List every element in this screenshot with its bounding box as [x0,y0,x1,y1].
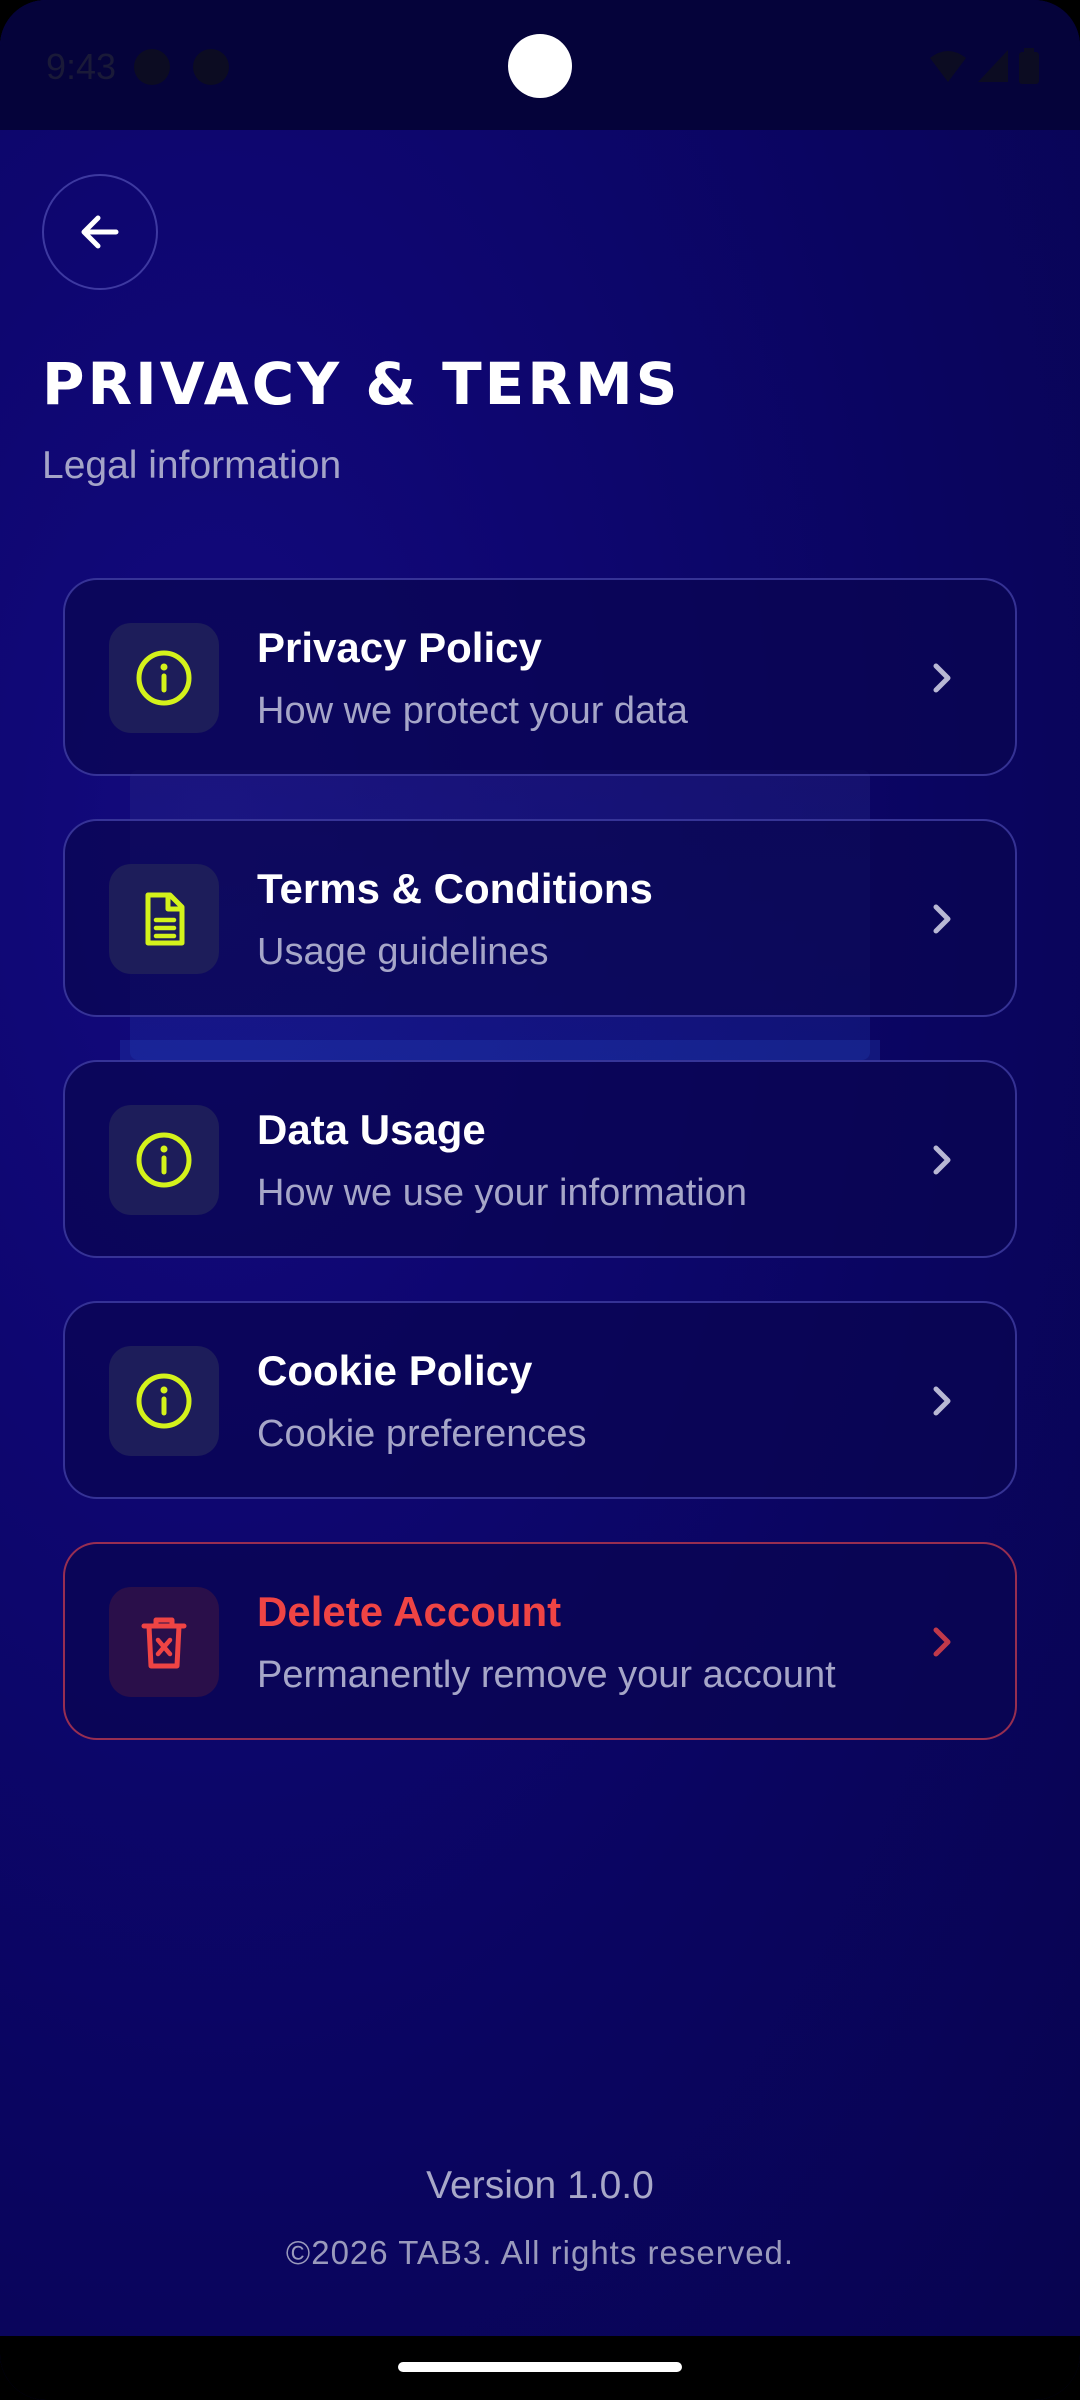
data-usage-item[interactable]: Data Usage How we use your information [63,1060,1017,1258]
back-button[interactable] [42,174,158,290]
page-title: PRIVACY & TERMS [42,350,681,418]
cookie-policy-icon-box [109,1346,219,1456]
document-icon [145,892,185,946]
settings-status-icon [193,49,229,85]
delete-account-icon-box [109,1587,219,1697]
trash-x-icon [141,1617,187,1669]
info-circle-icon [136,1132,192,1188]
privacy-policy-item[interactable]: Privacy Policy How we protect your data [63,578,1017,776]
item-description: Permanently remove your account [257,1654,836,1696]
status-bar: 9:43 [0,0,1080,130]
item-title: Delete Account [257,1588,562,1635]
delete-account-item[interactable]: Delete Account Permanently remove your a… [63,1542,1017,1740]
notification-icon [134,49,170,85]
terms-conditions-item[interactable]: Terms & Conditions Usage guidelines [63,819,1017,1017]
item-title: Cookie Policy [257,1347,533,1394]
app-screen: 9:43 PRIVACY & TERMS Legal information P… [0,0,1080,2400]
copyright-notice: ©2026 TAB3. All rights reserved. [285,2234,795,2271]
privacy-policy-icon-box [109,623,219,733]
item-description: Usage guidelines [257,931,549,973]
chevron-right-icon [933,663,951,693]
item-title: Terms & Conditions [257,865,653,912]
data-usage-icon-box [109,1105,219,1215]
chevron-right-icon [933,904,951,934]
signal-icon [978,50,1008,82]
item-description: How we protect your data [257,690,688,732]
wifi-icon [930,51,966,82]
info-circle-icon [136,1373,192,1429]
home-indicator[interactable] [398,2362,682,2372]
chevron-right-icon [933,1145,951,1175]
status-icons [928,48,1040,84]
cookie-policy-item[interactable]: Cookie Policy Cookie preferences [63,1301,1017,1499]
arrow-left-icon [81,215,119,249]
chevron-right-icon [933,1627,951,1657]
terms-conditions-icon-box [109,864,219,974]
info-circle-icon [136,650,192,706]
item-title: Privacy Policy [257,624,542,671]
camera-cutout [508,34,572,98]
page-subtitle: Legal information [42,444,342,487]
item-description: Cookie preferences [257,1413,587,1455]
status-time: 9:43 [46,46,117,87]
item-title: Data Usage [257,1106,486,1153]
chevron-right-icon [933,1386,951,1416]
item-description: How we use your information [257,1172,747,1214]
battery-icon [1019,48,1039,84]
app-version: Version 1.0.0 [426,2164,654,2207]
legal-items-list: Privacy Policy How we protect your data … [63,578,1017,1783]
